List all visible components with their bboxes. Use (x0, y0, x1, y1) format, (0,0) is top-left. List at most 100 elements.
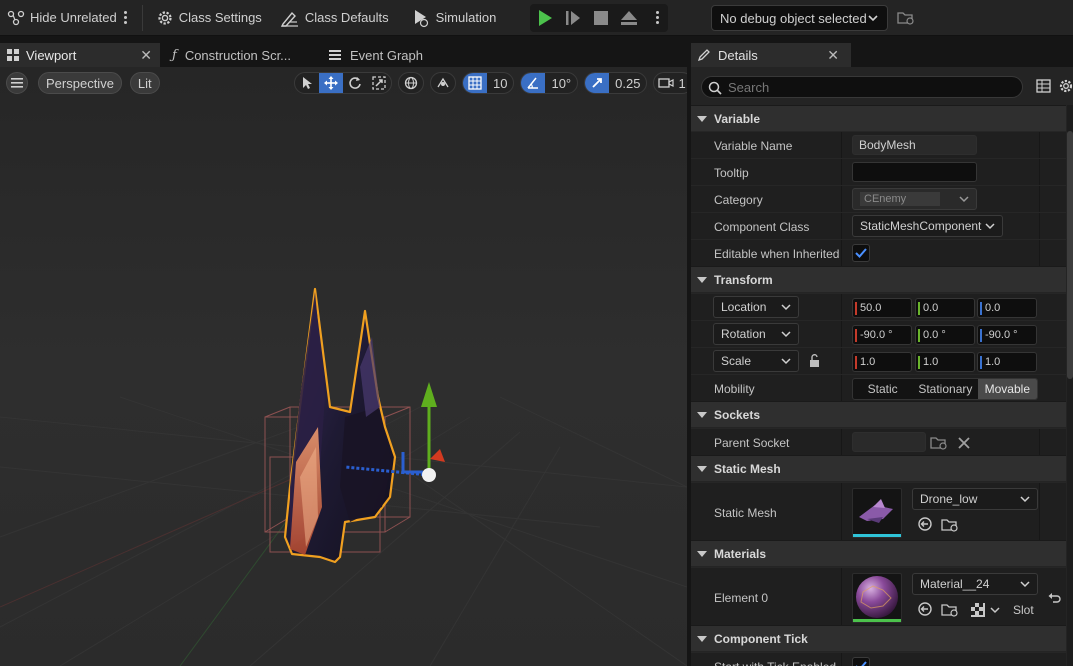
table-view-icon[interactable] (1036, 79, 1051, 93)
scale-x-field[interactable]: 1.0 (852, 352, 912, 372)
tab-details[interactable]: Details ✕ (691, 43, 851, 67)
surface-snap-button[interactable] (431, 73, 455, 93)
rotation-z-field[interactable]: -90.0 ° (977, 325, 1037, 345)
checker-icon[interactable] (971, 603, 985, 617)
static-mesh-row: Static Mesh Drone_low (691, 482, 1066, 541)
editable-inherited-checkbox[interactable] (852, 244, 870, 262)
play-controls (530, 3, 669, 32)
section-component-tick[interactable]: Component Tick (691, 625, 1066, 651)
world-local-button[interactable] (399, 73, 423, 93)
tab-viewport[interactable]: Viewport ✕ (0, 43, 160, 67)
viewport[interactable]: Perspective Lit 10 10° 0.25 1 (0, 67, 687, 666)
use-selected-icon[interactable] (917, 601, 933, 617)
details-search[interactable]: Search (701, 76, 1023, 98)
close-icon[interactable]: ✕ (140, 47, 152, 64)
location-dropdown[interactable]: Location (713, 296, 799, 318)
stop-icon[interactable] (592, 9, 610, 27)
section-variable[interactable]: Variable (691, 105, 1066, 131)
scale-snap-toggle[interactable] (585, 73, 610, 93)
hide-unrelated-label: Hide Unrelated (30, 10, 117, 25)
section-transform[interactable]: Transform (691, 266, 1066, 292)
camera-speed-value[interactable]: 1 (678, 73, 687, 93)
tab-event-graph[interactable]: Event Graph (320, 43, 460, 67)
hide-unrelated-options-icon[interactable] (121, 8, 131, 28)
play-options-icon[interactable] (652, 8, 662, 28)
column-divider (1039, 429, 1040, 455)
rotate-mode-button[interactable] (343, 73, 367, 93)
eject-icon[interactable] (620, 9, 638, 27)
close-icon[interactable]: ✕ (827, 47, 839, 64)
column-divider (1039, 213, 1040, 239)
static-mesh-dropdown[interactable]: Drone_low (912, 488, 1038, 510)
rotation-snap-value[interactable]: 10° (545, 73, 577, 93)
scale-dropdown[interactable]: Scale (713, 350, 799, 372)
details-scrollbar-thumb[interactable] (1067, 131, 1073, 379)
viewport-scene (0, 67, 687, 666)
material-value: Material__24 (920, 577, 990, 591)
hide-unrelated-button[interactable]: Hide Unrelated (0, 0, 139, 36)
component-class-value: StaticMeshComponent (860, 219, 982, 233)
mobility-static-option[interactable]: Static (853, 379, 912, 399)
tooltip-field[interactable] (852, 162, 977, 182)
reset-icon[interactable] (1047, 591, 1061, 605)
mobility-movable-option[interactable]: Movable (977, 379, 1037, 399)
section-static-mesh[interactable]: Static Mesh (691, 455, 1066, 481)
rotation-dropdown[interactable]: Rotation (713, 323, 799, 345)
variable-name-field[interactable]: BodyMesh (852, 135, 977, 155)
browse-folder-icon[interactable] (897, 10, 915, 26)
rotation-y-field[interactable]: 0.0 ° (915, 325, 975, 345)
browse-asset-icon[interactable] (941, 602, 959, 618)
viewport-menu-button[interactable] (6, 72, 28, 94)
column-divider (841, 483, 842, 541)
section-materials[interactable]: Materials (691, 540, 1066, 566)
variable-name-row: Variable Name BodyMesh (691, 131, 1066, 158)
browse-asset-icon[interactable] (941, 517, 959, 533)
component-class-dropdown[interactable]: StaticMeshComponent (852, 215, 1003, 237)
camera-speed-button[interactable] (654, 73, 678, 93)
material-thumbnail[interactable] (852, 573, 902, 623)
location-z-field[interactable]: 0.0 (977, 298, 1037, 318)
cursor-icon (303, 77, 312, 89)
rotation-x-field[interactable]: -90.0 ° (852, 325, 912, 345)
chevron-down-icon[interactable] (990, 605, 1000, 615)
start-tick-checkbox[interactable] (852, 657, 870, 666)
use-selected-icon[interactable] (917, 516, 933, 532)
clear-icon[interactable] (957, 436, 971, 450)
mesh-preview-icon (859, 499, 893, 523)
mobility-stationary-option[interactable]: Stationary (912, 379, 977, 399)
mobility-selector: Static Stationary Movable (852, 378, 1038, 400)
scale-snap-value[interactable]: 0.25 (609, 73, 646, 93)
viewport-icon (7, 49, 19, 61)
browse-socket-icon[interactable] (930, 435, 948, 451)
category-label: Category (714, 192, 763, 207)
simulation-button[interactable]: Simulation (397, 0, 505, 36)
category-combo[interactable]: CEnemy (852, 188, 977, 210)
step-forward-icon[interactable] (564, 9, 582, 27)
material-dropdown[interactable]: Material__24 (912, 573, 1038, 595)
scale-y-field[interactable]: 1.0 (915, 352, 975, 372)
translate-mode-button[interactable] (319, 73, 343, 93)
lit-button[interactable]: Lit (129, 72, 160, 94)
rotation-snap-toggle[interactable] (521, 73, 546, 93)
grid-snap-toggle[interactable] (463, 73, 487, 93)
location-y-field[interactable]: 0.0 (915, 298, 975, 318)
location-x-field[interactable]: 50.0 (852, 298, 912, 318)
column-divider (841, 653, 842, 666)
class-settings-button[interactable]: Class Settings (146, 0, 270, 36)
static-mesh-thumbnail[interactable] (852, 488, 902, 538)
tab-construction-script[interactable]: ƒ Construction Scr... (160, 43, 320, 67)
parent-socket-field[interactable] (852, 432, 926, 452)
class-defaults-button[interactable]: Class Defaults (270, 0, 397, 36)
debug-object-label: No debug object selected (720, 10, 867, 26)
scale-z-field[interactable]: 1.0 (977, 352, 1037, 372)
debug-object-select[interactable]: No debug object selected (711, 5, 888, 31)
unlock-icon[interactable] (808, 354, 822, 368)
select-mode-button[interactable] (295, 73, 319, 93)
camera-icon (658, 78, 675, 88)
perspective-button[interactable]: Perspective (38, 72, 122, 94)
settings-gear-icon[interactable] (1058, 78, 1073, 94)
grid-snap-value[interactable]: 10 (487, 73, 513, 93)
scale-mode-button[interactable] (367, 73, 391, 93)
play-icon[interactable] (536, 9, 554, 27)
section-sockets[interactable]: Sockets (691, 401, 1066, 427)
